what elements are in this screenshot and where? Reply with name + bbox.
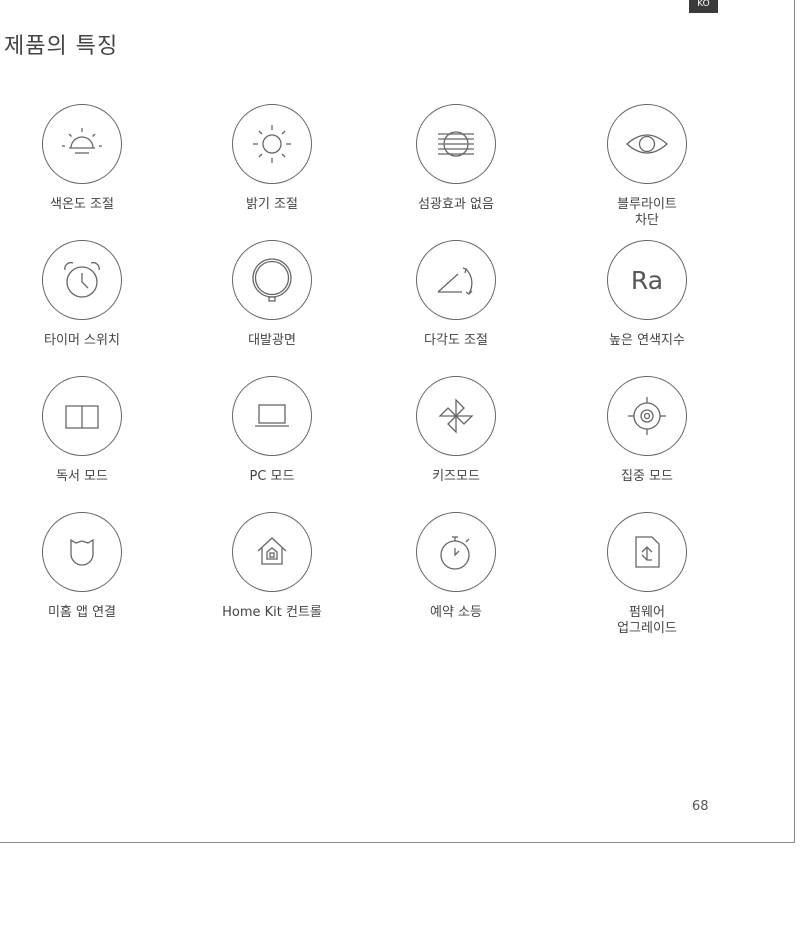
page-title: 제품의 특징: [4, 34, 119, 59]
feature-label: 예약 소등: [430, 605, 482, 620]
feature-firmware-upgrade: 펌웨어 업그레이드: [562, 512, 732, 637]
open-book-icon: [42, 376, 122, 456]
feature-brightness: 밝기 조절: [187, 104, 357, 213]
target-icon: [607, 376, 687, 456]
feature-large-light-surface: 대발광면: [187, 240, 357, 349]
feature-label: 밝기 조절: [246, 197, 298, 212]
laptop-icon: [232, 376, 312, 456]
feature-multi-angle: 다각도 조절: [371, 240, 541, 349]
feature-label: 독서 모드: [56, 469, 108, 484]
feature-pc-mode: PC 모드: [187, 376, 357, 485]
feature-label: 다각도 조절: [424, 333, 488, 348]
feature-label: 색온도 조절: [50, 197, 114, 212]
feature-label: Home Kit 컨트롤: [222, 605, 322, 620]
feature-focus-mode: 집중 모드: [562, 376, 732, 485]
feature-mi-home-app: 미홈 앱 연결: [0, 512, 167, 621]
alarm-clock-icon: [42, 240, 122, 320]
feature-label: 미홈 앱 연결: [47, 605, 117, 620]
feature-homekit-control: Home Kit 컨트롤: [187, 512, 357, 621]
feature-flicker-free: 섬광효과 없음: [371, 104, 541, 213]
feature-label: 대발광면: [248, 333, 296, 348]
ra-text-icon: Ra: [607, 240, 687, 320]
eye-icon: [607, 104, 687, 184]
homekit-icon: [232, 512, 312, 592]
feature-high-cri: Ra 높은 연색지수: [562, 240, 732, 349]
ra-text: Ra: [630, 265, 664, 295]
feature-kids-mode: 키즈모드: [371, 376, 541, 485]
feature-label: 집중 모드: [621, 469, 673, 484]
feature-scheduled-off: 예약 소등: [371, 512, 541, 621]
firmware-upgrade-icon: [607, 512, 687, 592]
feature-label: 타이머 스위치: [44, 333, 120, 348]
lines-circle-icon: [416, 104, 496, 184]
language-badge: KO: [689, 0, 718, 13]
feature-label: 펌웨어 업그레이드: [617, 605, 677, 636]
angle-rotate-icon: [416, 240, 496, 320]
feature-label: PC 모드: [249, 469, 295, 484]
pinwheel-icon: [416, 376, 496, 456]
feature-label: 높은 연색지수: [609, 333, 685, 348]
feature-label: 섬광효과 없음: [418, 197, 494, 212]
feature-color-temperature: 색온도 조절: [0, 104, 167, 213]
feature-label: 키즈모드: [432, 469, 480, 484]
sunrise-icon: [42, 104, 122, 184]
feature-timer-switch: 타이머 스위치: [0, 240, 167, 349]
stopwatch-icon: [416, 512, 496, 592]
sun-icon: [232, 104, 312, 184]
lamp-head-icon: [232, 240, 312, 320]
feature-blue-light-block: 블루라이트 차단: [562, 104, 732, 229]
page-number: 68: [692, 799, 709, 814]
mi-home-icon: [42, 512, 122, 592]
feature-reading-mode: 독서 모드: [0, 376, 167, 485]
feature-label: 블루라이트 차단: [617, 197, 677, 228]
